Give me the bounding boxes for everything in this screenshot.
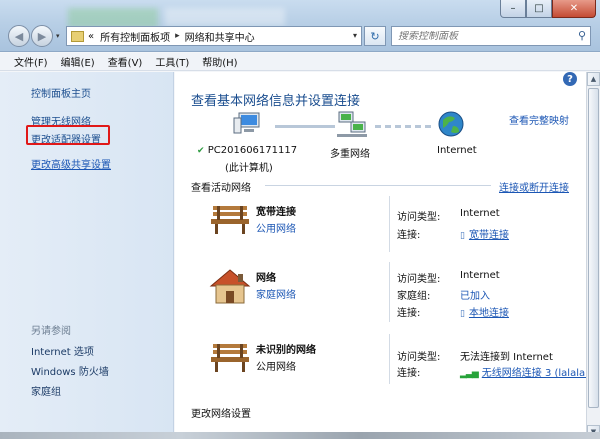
nav-buttons: ◀ ▶: [8, 25, 53, 47]
history-dropdown-icon[interactable]: ▾: [56, 32, 60, 40]
multi-network-label: 多重网络: [330, 149, 370, 160]
sidebar: 控制面板主页 管理无线网络 更改适配器设置 更改高级共享设置 另请参阅 Inte…: [0, 72, 174, 439]
access-type-value: 无法连接到 Internet: [460, 352, 553, 363]
connection-label: 连接:: [397, 368, 421, 379]
network-row-broadband: 宽带连接 公用网络 访问类型: Internet 连接: ▯ 宽带连接: [175, 196, 586, 258]
connection-link[interactable]: ▂▃▅ 无线网络连接 3 (lalala): [460, 364, 589, 379]
access-type-label: 访问类型:: [397, 274, 441, 285]
connection-link[interactable]: ▯ 本地连接: [460, 304, 509, 319]
network-name: 宽带连接: [256, 207, 296, 218]
wifi-signal-icon: ▂▃▅: [460, 369, 479, 379]
blurred-title-region: [68, 8, 158, 28]
title-bar: – □ ✕ ◀ ▶ ▾ « 所有控制面板项 ▸ 网络和共享中心 ▾ ↻ ⚲: [0, 0, 600, 52]
address-prefix[interactable]: «: [88, 31, 94, 42]
row-divider: [389, 262, 390, 322]
homegroup-label: 家庭组:: [397, 291, 431, 302]
change-network-settings-heading: 更改网络设置: [191, 409, 251, 420]
address-bar[interactable]: « 所有控制面板项 ▸ 网络和共享中心 ▾: [66, 26, 362, 46]
see-also-firewall[interactable]: Windows 防火墙: [31, 363, 109, 378]
row-divider: [389, 334, 390, 384]
blurred-title-region-2: [165, 8, 285, 26]
internet-label: Internet: [437, 145, 477, 156]
search-input[interactable]: [398, 30, 568, 42]
vertical-scrollbar[interactable]: ▲ ▼: [586, 72, 600, 439]
home-network-icon: [209, 269, 251, 304]
maximize-button[interactable]: □: [526, 0, 552, 18]
homegroup-link[interactable]: 已加入: [460, 287, 490, 302]
map-line-1: [275, 125, 335, 128]
see-also-homegroup[interactable]: 家庭组: [31, 383, 61, 398]
access-type-label: 访问类型:: [397, 212, 441, 223]
minimize-button[interactable]: –: [500, 0, 526, 18]
window-controls: – □ ✕: [500, 0, 596, 18]
active-networks-label: 查看活动网络: [191, 183, 251, 194]
public-network-bench-icon: [211, 206, 249, 234]
refresh-button[interactable]: ↻: [364, 26, 386, 46]
access-type-value: Internet: [460, 208, 500, 219]
network-name: 网络: [256, 273, 276, 284]
search-box[interactable]: ⚲: [391, 26, 591, 46]
globe-icon: [438, 111, 464, 137]
network-type-link[interactable]: 公用网络: [256, 220, 296, 235]
computer-check-icon: ✔: [197, 146, 205, 156]
sidebar-item-advanced-sharing[interactable]: 更改高级共享设置: [31, 156, 111, 171]
internet-node: [437, 110, 465, 141]
view-full-map-link[interactable]: 查看完整映射: [509, 112, 569, 127]
highlight-box: [26, 125, 110, 145]
main-pane: ? 查看基本网络信息并设置连接 查看完整映射 ✔ PC201606171117: [175, 72, 589, 439]
forward-button[interactable]: ▶: [31, 25, 53, 47]
multi-network-icon: [337, 111, 367, 137]
sidebar-home-link[interactable]: 控制面板主页: [31, 85, 91, 100]
connection-link[interactable]: ▯ 宽带连接: [460, 226, 509, 241]
menu-bar: 文件(F) 编辑(E) 查看(V) 工具(T) 帮助(H): [0, 53, 600, 71]
computer-name-label: ✔ PC201606171117: [197, 145, 298, 156]
dialup-icon: ▯: [460, 231, 465, 241]
computer-sub-label: (此计算机): [225, 163, 273, 174]
page-title: 查看基本网络信息并设置连接: [191, 94, 361, 109]
breadcrumb-control-panel[interactable]: 所有控制面板项: [100, 29, 170, 44]
network-row-unidentified: 未识别的网络 公用网络 访问类型: 无法连接到 Internet 连接: ▂▃▅…: [175, 334, 589, 396]
computer-node: [231, 110, 265, 141]
see-also-heading: 另请参阅: [31, 326, 71, 337]
section-divider: [265, 185, 491, 186]
scroll-thumb[interactable]: [588, 88, 599, 408]
public-network-bench-icon: [211, 344, 249, 372]
address-dropdown-icon[interactable]: ▾: [353, 31, 357, 40]
help-icon[interactable]: ?: [563, 72, 577, 86]
connection-label: 连接:: [397, 230, 421, 241]
scroll-up-icon[interactable]: ▲: [587, 72, 600, 86]
connection-label: 连接:: [397, 308, 421, 319]
search-icon[interactable]: ⚲: [578, 29, 586, 42]
back-button[interactable]: ◀: [8, 25, 30, 47]
map-line-2: [375, 125, 433, 128]
lan-icon: ▯: [460, 309, 465, 319]
network-type: 公用网络: [256, 362, 296, 373]
breadcrumb-network-center[interactable]: 网络和共享中心: [185, 29, 255, 44]
multi-network-node: [335, 110, 369, 141]
folder-icon: [71, 30, 84, 42]
menu-edit[interactable]: 编辑(E): [61, 54, 95, 69]
network-type-link[interactable]: 家庭网络: [256, 286, 296, 301]
computer-icon: [233, 112, 260, 134]
menu-help[interactable]: 帮助(H): [202, 54, 237, 69]
taskbar-edge: [0, 432, 600, 439]
connect-disconnect-link[interactable]: 连接或断开连接: [499, 179, 569, 194]
see-also-internet-options[interactable]: Internet 选项: [31, 343, 94, 358]
access-type-label: 访问类型:: [397, 352, 441, 363]
network-row-home: 网络 家庭网络 访问类型: Internet 家庭组: 已加入 连接: ▯ 本地连…: [175, 262, 586, 324]
breadcrumb-separator-icon[interactable]: ▸: [175, 31, 180, 41]
network-name: 未识别的网络: [256, 345, 316, 356]
menu-file[interactable]: 文件(F): [14, 54, 48, 69]
close-button[interactable]: ✕: [552, 0, 596, 18]
menu-tools[interactable]: 工具(T): [155, 54, 189, 69]
access-type-value: Internet: [460, 270, 500, 281]
row-divider: [389, 196, 390, 252]
menu-view[interactable]: 查看(V): [108, 54, 143, 69]
